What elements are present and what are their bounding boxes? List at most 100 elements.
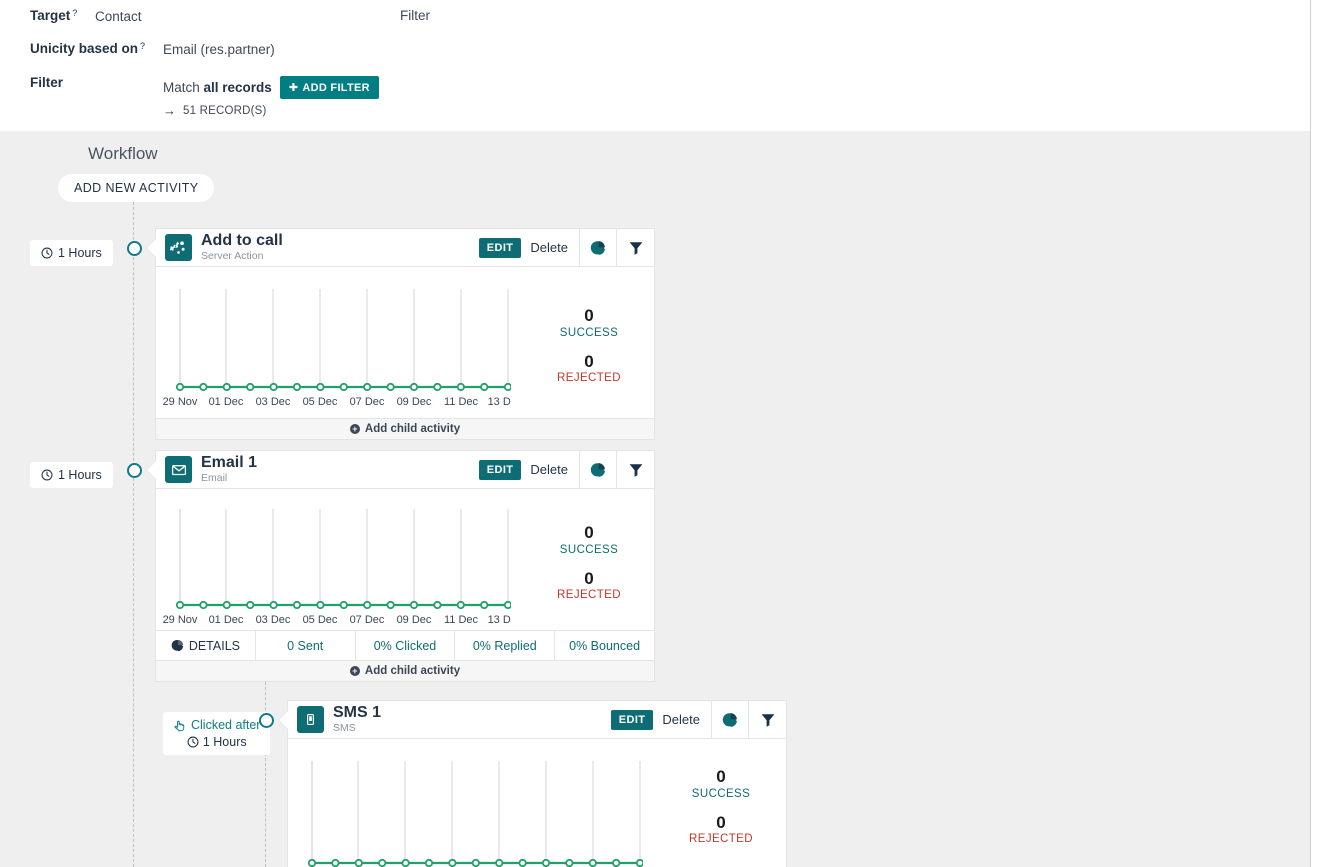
target-value-text: Contact bbox=[95, 9, 142, 24]
success-label: SUCCESS bbox=[559, 326, 619, 339]
delay-badge-email-1[interactable]: 1 Hours bbox=[30, 462, 113, 488]
add-child-activity-label: Add child activity bbox=[364, 665, 461, 677]
activity-header-email-1: Email 1 Email EDIT Delete bbox=[146, 450, 655, 489]
envelope-icon bbox=[165, 456, 192, 483]
statistics-button[interactable] bbox=[579, 450, 617, 489]
filter-button[interactable] bbox=[749, 700, 787, 739]
delay-badge-add-to-call[interactable]: 1 Hours bbox=[30, 240, 113, 266]
rejected-stat: 0 REJECTED bbox=[689, 812, 753, 845]
success-value: 0 bbox=[716, 766, 726, 786]
filter-button[interactable] bbox=[617, 450, 655, 489]
unicity-label-group: Unicity based on? bbox=[30, 41, 145, 56]
success-value: 0 bbox=[584, 305, 594, 325]
workflow-title: Workflow bbox=[88, 144, 158, 163]
statistics-button[interactable] bbox=[711, 700, 749, 739]
activity-stats-email-1: 0 SUCCESS 0 REJECTED bbox=[524, 489, 654, 630]
activity-titles: Add to call Server Action bbox=[201, 232, 283, 263]
chart-data-points bbox=[175, 600, 511, 610]
delete-button[interactable]: Delete bbox=[530, 240, 568, 255]
activity-body-email-1: 29 Nov 01 Dec 03 Dec 05 Dec 07 Dec 09 De… bbox=[155, 489, 655, 631]
x-tick: 07 Dec bbox=[350, 396, 385, 408]
condition-row: Clicked after bbox=[173, 718, 260, 732]
add-child-activity-button[interactable]: + Add child activity bbox=[155, 661, 655, 682]
x-tick: 09 Dec bbox=[397, 614, 432, 626]
rejected-value: 0 bbox=[716, 812, 726, 832]
activity-header-add-to-call: Add to call Server Action EDIT Delete bbox=[146, 228, 655, 267]
unicity-value-text: Email (res.partner) bbox=[163, 42, 275, 57]
filter-column-header: Filter bbox=[400, 8, 430, 23]
condition-delay-label: 1 Hours bbox=[202, 735, 247, 749]
x-tick: 29 Nov bbox=[163, 396, 198, 408]
activity-name: SMS 1 bbox=[333, 703, 382, 721]
workflow-node-dot-2[interactable] bbox=[127, 463, 142, 478]
add-child-activity-button[interactable]: + Add child activity bbox=[155, 419, 655, 440]
plus-circle-icon: + bbox=[349, 666, 360, 676]
activity-actions: EDIT Delete bbox=[478, 459, 570, 480]
card-notch bbox=[147, 461, 156, 479]
funnel-icon bbox=[761, 713, 774, 727]
x-tick: 05 Dec bbox=[303, 396, 338, 408]
delay-badge-label: 1 Hours bbox=[58, 246, 102, 260]
unicity-value[interactable]: Email (res.partner) bbox=[163, 42, 275, 57]
tab-bounced[interactable]: 0% Bounced bbox=[555, 631, 654, 660]
target-value[interactable]: Contact bbox=[95, 9, 142, 24]
activity-name: Email 1 bbox=[201, 453, 258, 471]
rejected-value: 0 bbox=[584, 351, 594, 371]
unicity-help-icon[interactable]: ? bbox=[140, 41, 145, 51]
x-tick: 13 Dec bbox=[488, 396, 511, 408]
filter-controls: Match all records ✚ ADD FILTER bbox=[163, 76, 379, 99]
chart-x-tick-labels: 29 Nov 01 Dec 03 Dec 05 Dec 07 Dec 09 De… bbox=[163, 614, 511, 626]
success-label: SUCCESS bbox=[691, 787, 751, 800]
card-notch bbox=[147, 239, 156, 257]
record-count-row[interactable]: → 51 RECORD(S) bbox=[163, 103, 267, 118]
activity-stats-sms-1: 0 SUCCESS 0 REJECTED bbox=[656, 739, 786, 867]
edit-button[interactable]: EDIT bbox=[478, 459, 522, 480]
activity-card-sms-1: SMS 1 SMS EDIT Delete 0 SUCCESS 0 REJECT… bbox=[278, 700, 787, 867]
workflow-node-dot-3[interactable] bbox=[259, 713, 274, 728]
arrow-right-icon: → bbox=[163, 103, 176, 118]
rejected-label: REJECTED bbox=[557, 372, 621, 385]
edit-button[interactable]: EDIT bbox=[610, 709, 654, 730]
delay-badge-label: 1 Hours bbox=[58, 468, 102, 482]
activity-body-add-to-call: 29 Nov 01 Dec 03 Dec 05 Dec 07 Dec 09 De… bbox=[155, 267, 655, 419]
rejected-label: REJECTED bbox=[557, 589, 621, 602]
x-tick: 11 Dec bbox=[444, 396, 479, 408]
add-filter-label: ADD FILTER bbox=[302, 81, 370, 94]
x-tick: 03 Dec bbox=[256, 396, 291, 408]
page-scrollbar[interactable] bbox=[1310, 0, 1319, 867]
success-value: 0 bbox=[584, 522, 594, 542]
filter-button[interactable] bbox=[617, 228, 655, 267]
edit-button[interactable]: EDIT bbox=[478, 237, 522, 258]
chart-gridlines bbox=[179, 509, 509, 605]
condition-badge-sms-1[interactable]: Clicked after 1 Hours bbox=[163, 712, 271, 755]
success-stat: 0 SUCCESS bbox=[560, 522, 618, 555]
target-help-icon[interactable]: ? bbox=[72, 8, 77, 18]
pie-chart-icon bbox=[590, 240, 605, 255]
workflow-branch-line bbox=[265, 672, 266, 867]
plus-icon: ✚ bbox=[288, 82, 299, 94]
workflow-node-dot-1[interactable] bbox=[127, 241, 142, 256]
filter-column-header-text: Filter bbox=[400, 8, 430, 23]
clock-icon bbox=[187, 736, 199, 748]
chart-data-points bbox=[307, 858, 643, 867]
x-tick: 01 Dec bbox=[209, 396, 244, 408]
x-tick: 13 Dec bbox=[488, 614, 511, 626]
pointing-hand-icon bbox=[174, 720, 185, 731]
activity-titles: SMS 1 SMS bbox=[333, 703, 382, 735]
plus-circle-icon: + bbox=[349, 424, 360, 434]
x-tick: 09 Dec bbox=[397, 396, 432, 408]
condition-delay-row: 1 Hours bbox=[187, 735, 247, 749]
clock-icon bbox=[41, 247, 53, 259]
filter-label: Filter bbox=[30, 75, 64, 90]
success-stat: 0 SUCCESS bbox=[559, 305, 619, 339]
match-prefix: Match bbox=[163, 80, 204, 95]
delete-button[interactable]: Delete bbox=[530, 462, 568, 477]
activity-subtitle: Email bbox=[201, 472, 228, 485]
delete-button[interactable]: Delete bbox=[662, 712, 700, 727]
add-filter-button[interactable]: ✚ ADD FILTER bbox=[279, 76, 379, 99]
activity-actions: EDIT Delete bbox=[478, 237, 570, 258]
add-new-activity-button[interactable]: ADD NEW ACTIVITY bbox=[58, 174, 215, 202]
tab-bounced-label: 0% Bounced bbox=[569, 638, 641, 653]
statistics-button[interactable] bbox=[579, 228, 617, 267]
campaign-target-header: Target? Contact Filter Unicity based on?… bbox=[0, 0, 1311, 131]
